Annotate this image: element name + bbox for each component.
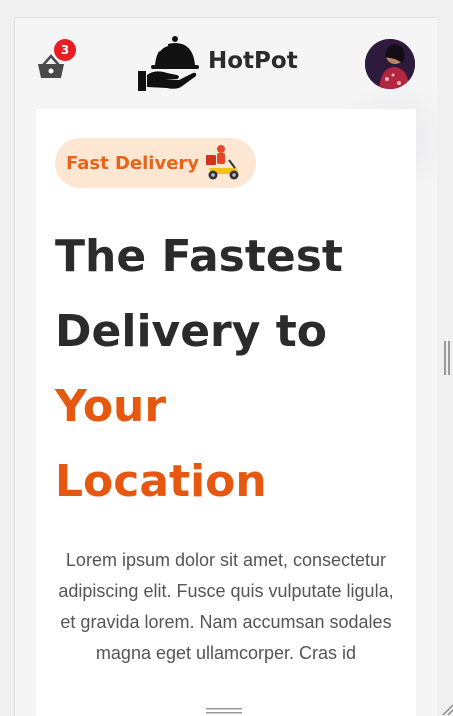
hero-description: Lorem ipsum dolor sit amet, consectetur … bbox=[58, 550, 394, 663]
scroll-grip-icon[interactable] bbox=[444, 341, 450, 375]
avatar-photo bbox=[365, 39, 415, 89]
headline-accent-1: Your bbox=[55, 381, 167, 432]
cart-count-badge: 3 bbox=[54, 39, 76, 61]
chip-label: Fast Delivery bbox=[66, 152, 200, 174]
serving-cloche-icon[interactable] bbox=[137, 35, 199, 93]
app-frame: 3 HotPot Fast Delivery The Fastest Deliv… bbox=[14, 17, 437, 716]
corner-resize-handle-icon[interactable] bbox=[441, 703, 453, 715]
fast-delivery-chip[interactable]: Fast Delivery bbox=[55, 138, 256, 188]
hero-card: Fast Delivery The Fastest Delivery to Yo… bbox=[36, 109, 416, 716]
bottom-resize-grip-icon[interactable] bbox=[206, 707, 242, 714]
headline-line-2: Delivery to bbox=[55, 306, 328, 357]
user-avatar[interactable] bbox=[365, 39, 415, 89]
header: 3 HotPot bbox=[15, 18, 437, 110]
brand-name[interactable]: HotPot bbox=[208, 48, 298, 74]
headline-line-1: The Fastest bbox=[55, 231, 343, 282]
hero-headline: The Fastest Delivery to Your Location bbox=[55, 219, 405, 519]
delivery-scooter-icon bbox=[206, 145, 239, 180]
headline-accent-2: Location bbox=[55, 456, 267, 507]
